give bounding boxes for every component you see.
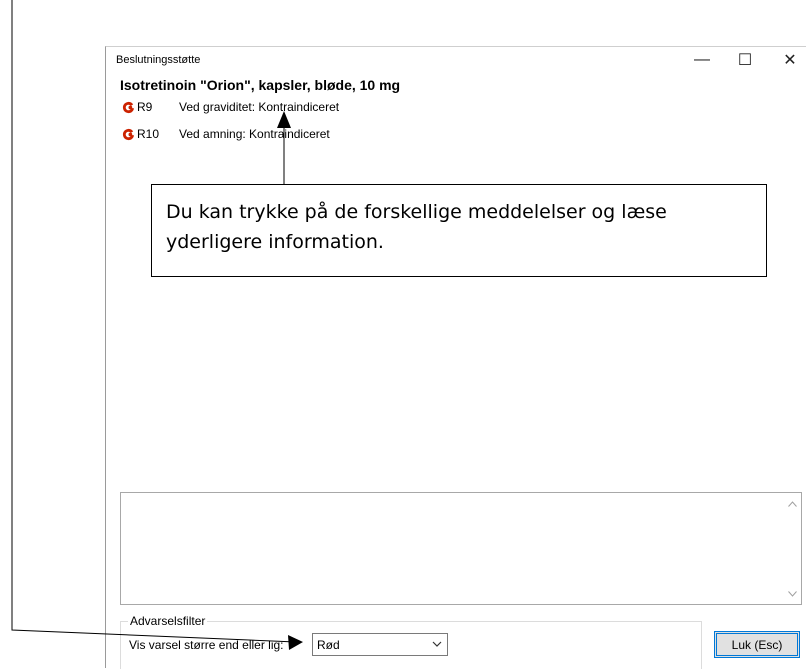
close-window-button[interactable]: ✕ — [771, 47, 806, 73]
red-alert-icon — [122, 128, 135, 140]
chevron-down-icon — [432, 641, 442, 647]
alert-text: Ved graviditet: Kontraindiceret — [179, 100, 340, 114]
alert-row-r9[interactable]: R9 Ved graviditet: Kontraindiceret — [122, 100, 339, 114]
alert-row-r10[interactable]: R10 Ved amning: Kontraindiceret — [122, 127, 330, 141]
close-button[interactable]: Luk (Esc) — [714, 631, 800, 658]
decision-support-window: Beslutningsstøtte — ☐ ✕ Isotretinoin "Or… — [105, 46, 806, 669]
alert-code: R10 — [137, 127, 160, 141]
maximize-button[interactable]: ☐ — [726, 47, 764, 73]
scroll-up-icon[interactable] — [784, 495, 801, 512]
alert-text: Ved amning: Kontraindiceret — [179, 127, 330, 141]
red-alert-icon — [122, 101, 135, 113]
minimize-button[interactable]: — — [683, 47, 721, 73]
alert-detail-textarea[interactable] — [120, 492, 802, 605]
severity-select[interactable]: Rød — [312, 633, 448, 656]
window-title: Beslutningsstøtte — [116, 54, 201, 66]
filter-threshold-label: Vis varsel større end eller lig: — [129, 638, 284, 652]
scroll-down-icon[interactable] — [784, 585, 801, 602]
drug-title: Isotretinoin "Orion", kapsler, bløde, 10… — [120, 77, 401, 93]
warning-filter-label: Advarselsfilter — [128, 614, 208, 628]
severity-select-value: Rød — [317, 637, 340, 652]
detail-scrollbar[interactable] — [784, 493, 801, 604]
instruction-callout: Du kan trykke på de forskellige meddelel… — [151, 184, 767, 277]
alert-code: R9 — [137, 100, 153, 114]
